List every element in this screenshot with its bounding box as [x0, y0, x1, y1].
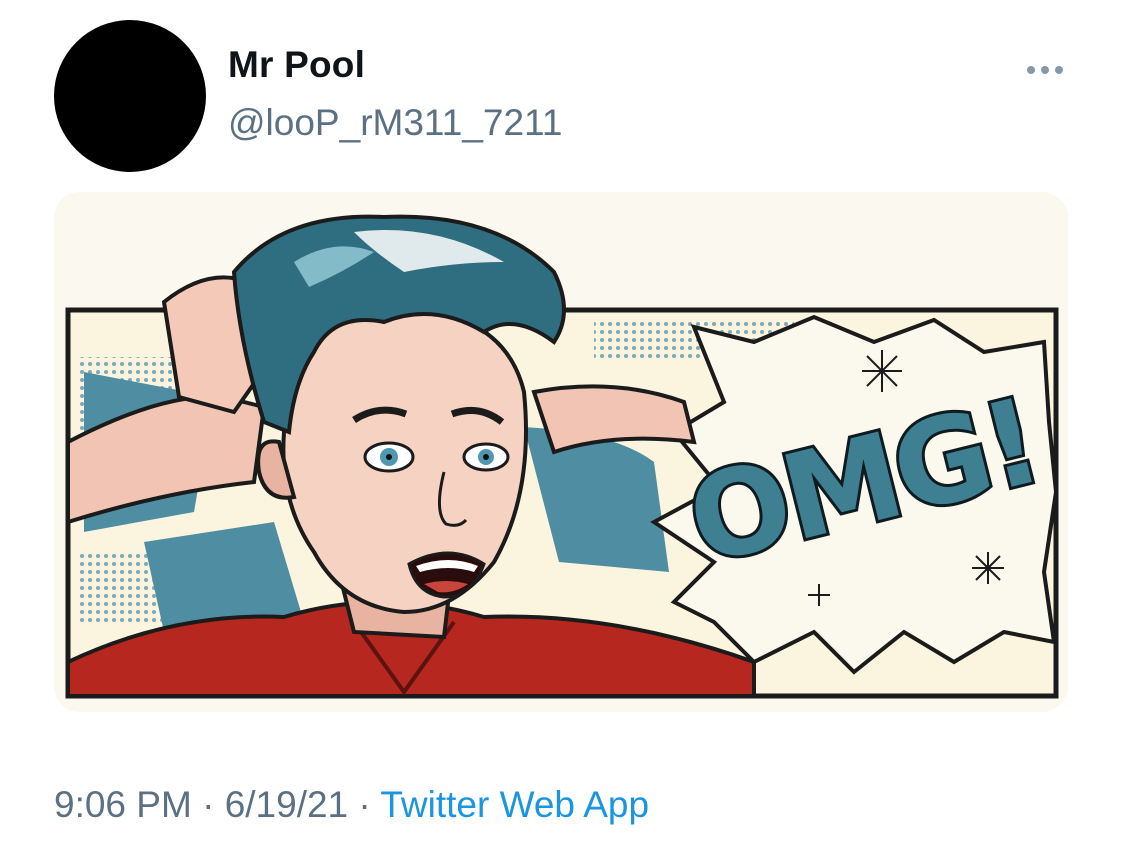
tweet-metadata: 9:06 PM · 6/19/21 · Twitter Web App [54, 786, 649, 823]
meta-separator-2: · [348, 784, 381, 825]
comic-image: OMG! [54, 192, 1068, 712]
tweet-image[interactable]: OMG! [54, 192, 1068, 712]
meta-separator: · [191, 784, 225, 825]
tweet-time[interactable]: 9:06 PM [54, 784, 192, 825]
tweet: Mr Pool @looP_rM311_7211 OMG! 9:06 PM · … [0, 0, 1125, 850]
tweet-date[interactable]: 6/19/21 [225, 784, 348, 825]
more-horizontal-icon [1027, 66, 1063, 74]
user-handle[interactable]: @looP_rM311_7211 [228, 104, 562, 141]
source-app-link[interactable]: Twitter Web App [380, 784, 649, 825]
avatar[interactable] [54, 20, 206, 172]
display-name[interactable]: Mr Pool [228, 46, 365, 83]
more-options-button[interactable] [1018, 56, 1072, 84]
